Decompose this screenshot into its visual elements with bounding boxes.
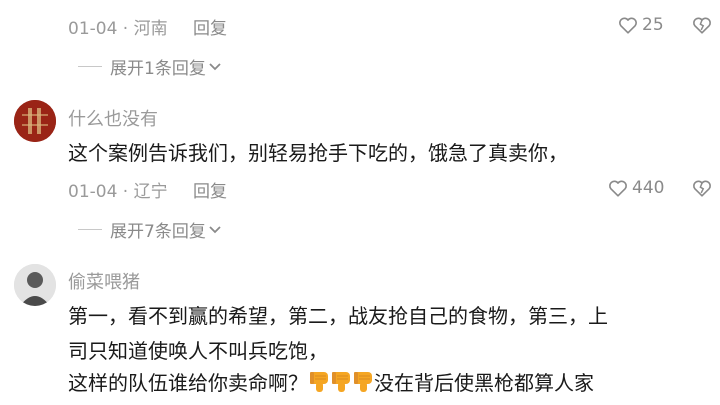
expand-replies-button[interactable]: 展开1条回复 (78, 54, 222, 79)
comment-location: 河南 (133, 19, 168, 39)
broken-heart-icon (693, 180, 711, 197)
broken-heart-icon (693, 17, 711, 34)
comment-date: 01-04 (68, 182, 118, 202)
heart-icon (619, 17, 637, 34)
expand-replies-label: 展开1条回复 (110, 59, 206, 79)
comment-username[interactable]: 什么也没有 (68, 105, 158, 131)
thumbs-down-icon (330, 370, 352, 394)
expand-replies-button[interactable]: 展开7条回复 (78, 217, 222, 242)
comment-meta-row: 01-04 · 辽宁 回复 (68, 182, 228, 202)
comment-date: 01-04 (68, 19, 118, 39)
avatar[interactable] (14, 100, 56, 142)
chevron-down-icon (209, 62, 221, 70)
divider-dash (78, 229, 102, 230)
reply-button[interactable]: 回复 (193, 19, 227, 39)
dislike-button[interactable] (692, 16, 712, 38)
like-count: 440 (632, 178, 665, 198)
comment-username[interactable]: 偷菜喂猪 (68, 268, 140, 294)
comment-text-segment: 没在背后使黑枪都算人家 (374, 371, 594, 395)
thumbs-down-icon (308, 370, 330, 394)
comment-text-line: 第一，看不到赢的希望，第二，战友抢自己的食物，第三，上 (68, 304, 608, 328)
dislike-button[interactable] (692, 179, 712, 201)
like-button[interactable]: 25 (618, 15, 664, 35)
heart-icon (609, 180, 627, 197)
expand-replies-label: 展开7条回复 (110, 222, 206, 242)
chevron-down-icon (209, 225, 221, 233)
comment-location: 辽宁 (133, 182, 168, 202)
avatar-image (14, 100, 56, 142)
like-button[interactable]: 440 (608, 178, 664, 198)
like-count: 25 (642, 15, 664, 35)
thumbs-down-icon (352, 370, 374, 394)
divider-dash (78, 66, 102, 67)
comment-text: 这个案例告诉我们，别轻易抢手下吃的，饿急了真卖你， (68, 141, 568, 165)
emoji-group (308, 371, 374, 395)
avatar-image (14, 264, 56, 306)
reply-button[interactable]: 回复 (193, 182, 227, 202)
comment-meta-row: 01-04 · 河南 回复 (68, 19, 228, 39)
comment-text-line: 这样的队伍谁给你卖命啊？ 没在背后使黑枪都算人家 (68, 368, 698, 398)
avatar[interactable] (14, 264, 56, 306)
comment-text-line: 司只知道使唤人不叫兵吃饱， (68, 339, 328, 363)
comment-text-segment: 这样的队伍谁给你卖命啊？ (68, 371, 308, 395)
